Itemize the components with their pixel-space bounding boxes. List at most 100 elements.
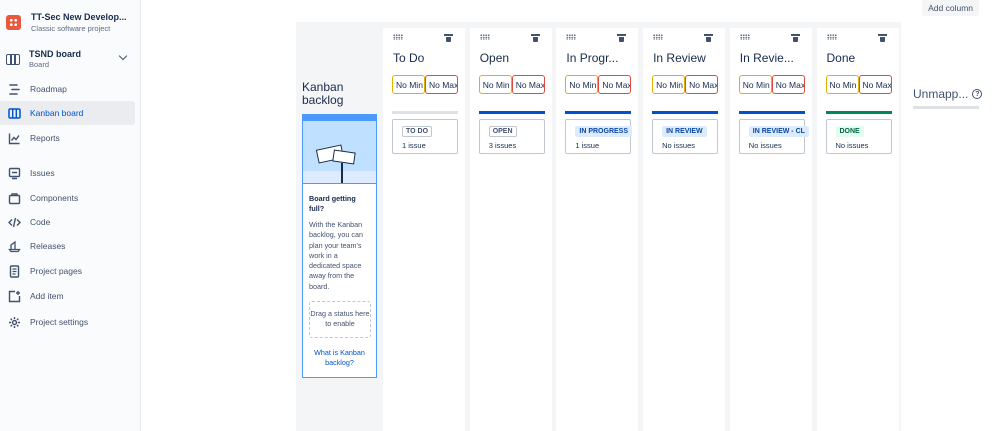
project-avatar-icon <box>6 15 21 30</box>
column-min-input[interactable]: No Min <box>825 75 859 94</box>
chevron-down-icon[interactable] <box>118 51 128 61</box>
status-lozenge: IN REVIEW - CL <box>748 126 809 137</box>
board-column[interactable]: Open No Min No Max OPEN 3 issues <box>469 28 552 431</box>
status-card[interactable]: IN REVIEW No issues <box>652 119 719 154</box>
sidebar-item-label: Add item <box>30 291 64 301</box>
sidebar-item-project-pages[interactable]: Project pages <box>0 259 135 283</box>
sidebar-item-roadmap[interactable]: Roadmap <box>0 77 135 101</box>
status-lozenge: DONE <box>835 126 864 137</box>
status-card[interactable]: IN REVIEW - CL No issues <box>738 119 809 154</box>
drag-handle-icon[interactable] <box>826 34 837 40</box>
column-color-bar <box>652 111 719 114</box>
pages-icon <box>8 264 21 278</box>
column-color-bar <box>738 111 805 114</box>
column-title[interactable]: To Do <box>393 51 424 65</box>
sidebar-item-releases[interactable]: Releases <box>0 234 135 258</box>
trash-icon[interactable] <box>877 34 887 42</box>
issue-count: No issues <box>662 141 696 150</box>
backlog-illustration <box>303 115 376 184</box>
drag-handle-icon[interactable] <box>653 34 664 40</box>
column-min-input[interactable]: No Min <box>392 75 425 94</box>
column-max-input[interactable]: No Max <box>511 75 545 94</box>
backlog-description: With the Kanban backlog, you can plan yo… <box>309 220 363 291</box>
board-column[interactable]: In Progr... No Min No Max IN PROGRESS 1 issu… <box>556 28 639 431</box>
backlog-dropzone-card[interactable]: Board getting full? With the Kanban back… <box>302 114 377 378</box>
board-type: Board <box>29 60 50 69</box>
column-min-input[interactable]: No Min <box>652 75 686 94</box>
unmapped-label: Unmapp... <box>913 87 969 101</box>
project-header[interactable]: TT-Sec New Develop... Classic software p… <box>6 12 127 33</box>
issue-count: 1 issue <box>402 141 426 150</box>
board-column[interactable]: In Revie... No Min No Max IN REVIEW - CL No … <box>729 28 812 431</box>
sidebar-item-issues[interactable]: Issues <box>0 161 135 185</box>
drag-handle-icon[interactable] <box>566 34 577 40</box>
kanban-backlog-help-link[interactable]: What is Kanban backlog? <box>309 348 370 368</box>
column-min-input[interactable]: No Min <box>478 75 512 94</box>
drag-handle-icon[interactable] <box>393 34 403 40</box>
column-max-input[interactable]: No Max <box>771 75 805 94</box>
backlog-heading: Board getting full? <box>309 194 356 213</box>
trash-icon[interactable] <box>444 34 453 42</box>
add-column-button[interactable]: Add column <box>922 0 979 16</box>
status-card[interactable]: OPEN 3 issues <box>478 119 545 154</box>
column-title[interactable]: In Review <box>653 51 706 65</box>
help-icon[interactable]: ? <box>972 89 983 99</box>
trash-icon[interactable] <box>790 34 800 42</box>
issue-count: No issues <box>835 141 869 150</box>
column-color-bar <box>825 111 892 114</box>
releases-icon <box>8 240 21 253</box>
sidebar-item-kanban-board[interactable]: Kanban board <box>0 101 135 125</box>
column-color-bar <box>478 111 545 114</box>
gear-icon <box>8 316 21 329</box>
board-column[interactable]: To Do No Min No Max TO DO 1 issue <box>383 28 465 431</box>
column-max-input[interactable]: No Max <box>425 75 458 94</box>
main-content: Add column Kanban backlog Board getting … <box>141 0 998 431</box>
status-card[interactable]: TO DO 1 issue <box>392 119 458 154</box>
column-max-input[interactable]: No Max <box>858 75 892 94</box>
unmapped-statuses-header: Unmapp... ? <box>913 87 983 101</box>
sidebar-item-label: Kanban board <box>30 108 84 118</box>
sidebar-item-reports[interactable]: Reports <box>0 126 135 150</box>
status-lozenge: TO DO <box>402 126 433 137</box>
backlog-title: Kanban backlog <box>302 80 344 107</box>
status-card[interactable]: IN PROGRESS 1 issue <box>565 119 633 154</box>
trash-icon[interactable] <box>530 34 540 42</box>
board-column[interactable]: In Review No Min No Max IN REVIEW No issues <box>643 28 726 431</box>
trash-icon[interactable] <box>617 34 627 42</box>
sidebar: TT-Sec New Develop... Classic software p… <box>0 0 141 431</box>
sidebar-item-code[interactable]: Code <box>0 210 135 234</box>
status-lozenge: IN PROGRESS <box>575 126 633 137</box>
sidebar-item-add-item[interactable]: Add item <box>0 284 135 308</box>
column-title[interactable]: Done <box>827 51 856 65</box>
issue-count: 1 issue <box>575 141 600 150</box>
board-icon <box>6 53 20 65</box>
column-title[interactable]: In Revie... <box>740 51 794 65</box>
drop-status-zone[interactable]: Drag a status here to enable <box>309 301 371 339</box>
board-name: TSND board <box>29 49 82 59</box>
column-color-bar <box>565 111 632 114</box>
sidebar-item-label: Releases <box>30 241 66 251</box>
components-icon <box>8 192 21 205</box>
column-title[interactable]: In Progr... <box>566 51 618 65</box>
sidebar-item-components[interactable]: Components <box>0 186 135 210</box>
column-title[interactable]: Open <box>480 51 509 65</box>
unmapped-bar <box>913 106 979 109</box>
column-max-input[interactable]: No Max <box>598 75 632 94</box>
sidebar-item-label: Project settings <box>30 317 89 327</box>
column-color-bar <box>392 111 458 114</box>
column-min-input[interactable]: No Min <box>738 75 772 94</box>
sidebar-item-label: Reports <box>30 133 60 143</box>
column-min-input[interactable]: No Min <box>565 75 599 94</box>
sidebar-item-project-settings[interactable]: Project settings <box>0 310 135 334</box>
column-max-input[interactable]: No Max <box>685 75 719 94</box>
status-lozenge: OPEN <box>488 126 517 137</box>
trash-icon[interactable] <box>704 34 714 42</box>
drag-handle-icon[interactable] <box>739 34 750 40</box>
sidebar-item-label: Roadmap <box>30 84 67 94</box>
issue-count: No issues <box>748 141 782 150</box>
board-selector[interactable]: TSND board Board <box>6 47 132 71</box>
board-column[interactable]: Done No Min No Max DONE No issues <box>816 28 899 431</box>
status-card[interactable]: DONE No issues <box>825 119 892 154</box>
issues-icon <box>8 167 21 180</box>
drag-handle-icon[interactable] <box>479 34 490 40</box>
